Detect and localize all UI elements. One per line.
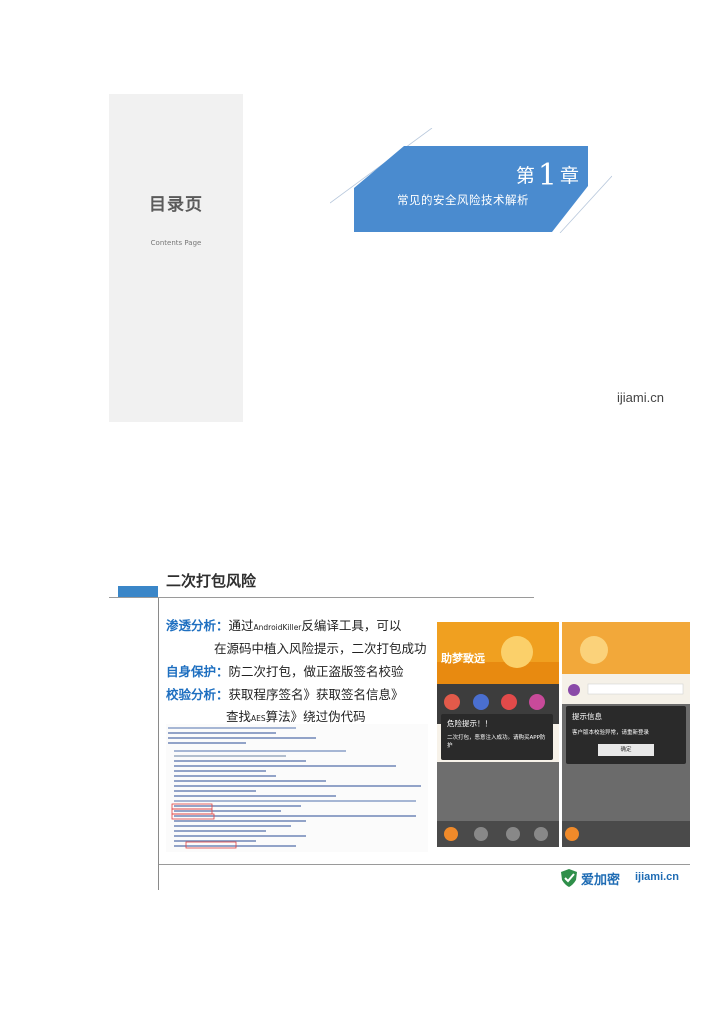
logo: 爱加密 ijiami.cn bbox=[559, 868, 689, 888]
toc-title: 目录页 bbox=[149, 195, 203, 215]
label-self-protect: 自身保护： bbox=[166, 664, 229, 679]
divider-bottom bbox=[159, 864, 690, 865]
toc-panel: 目录页 Contents Page bbox=[109, 94, 243, 422]
line5-text-a: 查找 bbox=[226, 709, 252, 724]
phone2-dialog-title: 提示信息 bbox=[572, 712, 602, 721]
phone1-banner-text: 助梦致远 bbox=[441, 652, 485, 665]
phone2-dialog-body: 客户版本校验异常，请重新登录 bbox=[572, 730, 650, 736]
divider-vertical bbox=[158, 598, 159, 890]
phone1-dialog: 危险提示！！ 二次打包，恶意注入成功。请购买APP防护 bbox=[441, 714, 553, 760]
text-line-1: 渗透分析：通过AndroidKiller反编译工具，可以 bbox=[166, 615, 401, 634]
line1-tool-name: AndroidKiller bbox=[253, 623, 302, 632]
phone2-dialog-button[interactable]: 确定 bbox=[598, 744, 654, 756]
phone-screenshot-2: 提示信息 客户版本校验异常，请重新登录 确定 bbox=[562, 622, 690, 847]
line3-text: 防二次打包，做正盗版签名校验 bbox=[228, 664, 404, 679]
brand-text: ijiami.cn bbox=[617, 390, 664, 405]
code-lines bbox=[168, 727, 421, 847]
chapter-number: 第1章 bbox=[487, 158, 579, 193]
text-line-5: 查找AES算法》绕过伪代码 bbox=[226, 706, 366, 725]
label-penetration: 渗透分析： bbox=[166, 618, 229, 633]
line4-text: 获取程序签名》获取签名信息》 bbox=[228, 687, 404, 702]
text-line-3: 自身保护：防二次打包，做正盗版签名校验 bbox=[166, 661, 404, 680]
code-screenshot bbox=[166, 724, 428, 852]
chapter-title: 常见的安全风险技术解析 bbox=[397, 193, 529, 207]
line1-text-b: 反编译工具，可以 bbox=[301, 618, 402, 633]
slide-title: 二次打包风险 bbox=[166, 572, 257, 590]
text-line-4: 校验分析：获取程序签名》获取签名信息》 bbox=[166, 684, 404, 703]
text-line-2: 在源码中植入风险提示，二次打包成功 bbox=[214, 641, 427, 656]
shield-icon bbox=[561, 869, 577, 887]
chapter-digit: 1 bbox=[537, 158, 557, 193]
label-verify: 校验分析： bbox=[166, 687, 229, 702]
chapter-prefix: 第 bbox=[515, 165, 535, 187]
line5-text-b: 算法》绕过伪代码 bbox=[265, 709, 366, 724]
phone1-dialog-title: 危险提示！！ bbox=[447, 719, 492, 728]
phone-screenshot-1: 助梦致远 危险提示！！ 二次打包，恶意注入成功。请购买APP防护 bbox=[437, 622, 559, 847]
line1-text-a: 通过 bbox=[228, 618, 254, 633]
chapter-suffix: 章 bbox=[559, 165, 579, 187]
logo-text-cn: 爱加密 bbox=[581, 873, 621, 888]
toc-subtitle: Contents Page bbox=[150, 239, 202, 247]
divider-top bbox=[109, 597, 534, 598]
line5-algo-name: AES bbox=[251, 714, 266, 723]
phone2-dialog: 提示信息 客户版本校验异常，请重新登录 确定 bbox=[566, 706, 686, 764]
logo-text-en: ijiami.cn bbox=[635, 871, 680, 883]
phone1-dialog-body: 二次打包，恶意注入成功。请购买APP防护 bbox=[447, 735, 546, 749]
